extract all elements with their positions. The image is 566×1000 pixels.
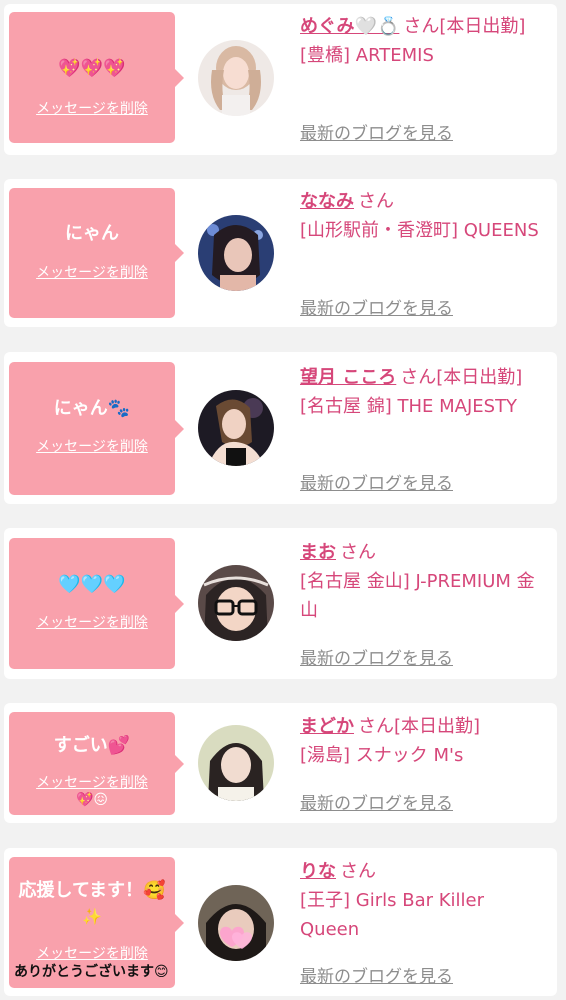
message-text: 応援してます！🥰 bbox=[18, 880, 166, 901]
shop-name: [名古屋 錦] THE MAJESTY bbox=[300, 396, 518, 417]
cast-name-link[interactable]: ななみ bbox=[300, 191, 354, 212]
message-text: 💖💖💖 bbox=[58, 58, 126, 79]
honorific: さん bbox=[358, 191, 394, 212]
shop-name: [山形駅前・香澄町] QUEENS bbox=[300, 220, 539, 241]
honorific: さん bbox=[340, 542, 376, 563]
blog-link[interactable]: 最新のブログを見る bbox=[300, 469, 453, 494]
shop-name: [湯島] スナック M's bbox=[300, 745, 464, 766]
blog-link[interactable]: 最新のブログを見る bbox=[300, 294, 453, 319]
cast-name-link[interactable]: りな bbox=[300, 861, 336, 882]
delete-message-link[interactable]: メッセージを削除 bbox=[9, 262, 175, 282]
work-status: [本日出勤] bbox=[436, 367, 523, 388]
avatar[interactable] bbox=[198, 725, 274, 801]
work-status: [本日出勤] bbox=[394, 716, 481, 737]
avatar[interactable] bbox=[198, 885, 274, 961]
message-text-line2: ✨ bbox=[82, 907, 102, 926]
thanks-overlay-text: ありがとうございます😊 bbox=[14, 964, 169, 980]
honorific: さん bbox=[403, 16, 440, 37]
cast-info: 望月 こころ さん[本日出勤] [名古屋 錦] THE MAJESTY bbox=[300, 363, 546, 421]
blog-link[interactable]: 最新のブログを見る bbox=[300, 789, 453, 814]
delete-message-link[interactable]: メッセージを削除 bbox=[9, 943, 175, 963]
cast-name-link[interactable]: まどか bbox=[300, 716, 354, 737]
message-extra: 💖😖 bbox=[75, 792, 109, 808]
honorific: さん bbox=[358, 716, 394, 737]
message-text: 🩵🩵🩵 bbox=[58, 574, 126, 595]
message-bubble: 💖💖💖 メッセージを削除 bbox=[9, 12, 184, 143]
message-bubble: にゃん🐾 メッセージを削除 bbox=[9, 362, 184, 495]
cast-info: ななみ さん [山形駅前・香澄町] QUEENS bbox=[300, 187, 546, 245]
message-bubble: にゃん メッセージを削除 bbox=[9, 188, 184, 318]
honorific: さん bbox=[400, 367, 437, 388]
delete-message-link[interactable]: メッセージを削除 bbox=[9, 772, 175, 792]
shop-name: [豊橋] ARTEMIS bbox=[300, 45, 434, 66]
honorific: さん bbox=[340, 861, 376, 882]
message-text: にゃん🐾 bbox=[53, 398, 131, 419]
delete-message-link[interactable]: メッセージを削除 bbox=[9, 436, 175, 456]
cast-name-link[interactable]: まお bbox=[300, 542, 336, 563]
message-text: にゃん bbox=[65, 223, 119, 244]
avatar[interactable] bbox=[198, 40, 274, 116]
work-status: [本日出勤] bbox=[439, 16, 526, 37]
blog-link[interactable]: 最新のブログを見る bbox=[300, 644, 453, 669]
message-bubble: 🩵🩵🩵 メッセージを削除 bbox=[9, 538, 184, 669]
blog-link[interactable]: 最新のブログを見る bbox=[300, 119, 453, 144]
message-text: すごい💕 bbox=[53, 735, 131, 756]
cast-name-link[interactable]: めぐみ🤍💍 bbox=[300, 16, 399, 37]
cast-info: めぐみ🤍💍 さん[本日出勤] [豊橋] ARTEMIS bbox=[300, 12, 546, 70]
message-bubble: すごい💕 メッセージを削除 💖😖 bbox=[9, 712, 184, 815]
cast-info: まどか さん[本日出勤] [湯島] スナック M's bbox=[300, 712, 546, 770]
cast-info: りな さん [王子] Girls Bar Killer Queen bbox=[300, 857, 546, 944]
delete-message-link[interactable]: メッセージを削除 bbox=[9, 612, 175, 632]
shop-name: [王子] Girls Bar Killer Queen bbox=[300, 890, 484, 940]
cast-name-link[interactable]: 望月 こころ bbox=[300, 367, 396, 388]
avatar[interactable] bbox=[198, 565, 274, 641]
blog-link[interactable]: 最新のブログを見る bbox=[300, 962, 453, 987]
avatar[interactable] bbox=[198, 215, 274, 291]
delete-message-link[interactable]: メッセージを削除 bbox=[9, 98, 175, 118]
cast-info: まお さん [名古屋 金山] J-PREMIUM 金山 bbox=[300, 538, 546, 625]
avatar[interactable] bbox=[198, 390, 274, 466]
shop-name: [名古屋 金山] J-PREMIUM 金山 bbox=[300, 571, 535, 621]
